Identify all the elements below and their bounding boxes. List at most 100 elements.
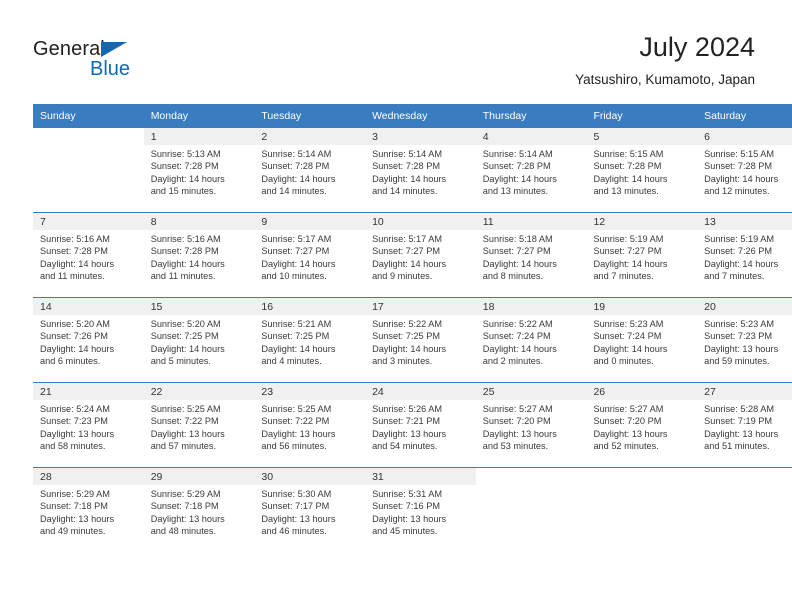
calendar-day-cell[interactable]: 20 Sunrise: 5:23 AM Sunset: 7:23 PM Dayl… — [697, 297, 792, 383]
day-details: Sunrise: 5:29 AM Sunset: 7:18 PM Dayligh… — [33, 485, 144, 538]
day-cell-inner: 13 Sunrise: 5:19 AM Sunset: 7:26 PM Dayl… — [697, 213, 792, 297]
day-cell-inner — [586, 468, 697, 552]
logo-triangle-icon — [101, 42, 127, 57]
calendar-day-cell[interactable]: 15 Sunrise: 5:20 AM Sunset: 7:25 PM Dayl… — [143, 297, 255, 383]
daylight-text-line1: Daylight: 13 hours — [261, 428, 336, 439]
calendar-day-cell[interactable]: 10 Sunrise: 5:17 AM Sunset: 7:27 PM Dayl… — [365, 212, 476, 298]
sunrise-text: Sunrise: 5:29 AM — [40, 489, 110, 499]
daylight-text-line2: and 14 minutes. — [372, 186, 438, 197]
day-details: Sunrise: 5:13 AM Sunset: 7:28 PM Dayligh… — [144, 145, 255, 198]
calendar-day-cell[interactable]: 4 Sunrise: 5:14 AM Sunset: 7:28 PM Dayli… — [475, 127, 587, 213]
daylight-text-line2: and 13 minutes. — [482, 186, 549, 197]
daylight-text-line2: and 14 minutes. — [261, 186, 327, 197]
calendar-day-cell[interactable]: 17 Sunrise: 5:22 AM Sunset: 7:25 PM Dayl… — [365, 297, 476, 383]
sunrise-text: Sunrise: 5:21 AM — [261, 319, 332, 329]
calendar-day-cell[interactable]: 3 Sunrise: 5:14 AM Sunset: 7:28 PM Dayli… — [365, 127, 476, 213]
calendar-day-cell[interactable]: 26 Sunrise: 5:27 AM Sunset: 7:20 PM Dayl… — [586, 382, 698, 468]
sunrise-text: Sunrise: 5:28 AM — [704, 404, 775, 414]
day-details: Sunrise: 5:21 AM Sunset: 7:25 PM Dayligh… — [254, 315, 365, 368]
calendar-day-cell[interactable]: 5 Sunrise: 5:15 AM Sunset: 7:28 PM Dayli… — [586, 127, 698, 213]
day-cell-inner: 3 Sunrise: 5:14 AM Sunset: 7:28 PM Dayli… — [365, 128, 476, 212]
calendar-day-cell[interactable]: 8 Sunrise: 5:16 AM Sunset: 7:28 PM Dayli… — [143, 212, 255, 298]
calendar-day-cell[interactable]: 18 Sunrise: 5:22 AM Sunset: 7:24 PM Dayl… — [475, 297, 587, 383]
calendar-day-cell[interactable]: 29 Sunrise: 5:29 AM Sunset: 7:18 PM Dayl… — [143, 467, 255, 552]
calendar-day-cell[interactable]: 16 Sunrise: 5:21 AM Sunset: 7:25 PM Dayl… — [254, 297, 366, 383]
calendar-day-cell[interactable]: 24 Sunrise: 5:26 AM Sunset: 7:21 PM Dayl… — [365, 382, 476, 468]
daylight-text-line2: and 57 minutes. — [150, 441, 217, 452]
day-details: Sunrise: 5:27 AM Sunset: 7:20 PM Dayligh… — [476, 400, 587, 453]
calendar-day-cell[interactable]: 25 Sunrise: 5:27 AM Sunset: 7:20 PM Dayl… — [475, 382, 587, 468]
calendar-day-cell[interactable]: 1 Sunrise: 5:13 AM Sunset: 7:28 PM Dayli… — [143, 127, 255, 213]
calendar-day-cell[interactable] — [33, 127, 144, 213]
day-number: 16 — [254, 298, 366, 315]
sunrise-text: Sunrise: 5:19 AM — [593, 234, 664, 244]
sunset-text: Sunset: 7:25 PM — [150, 331, 219, 342]
calendar-day-cell[interactable]: 19 Sunrise: 5:23 AM Sunset: 7:24 PM Dayl… — [586, 297, 698, 383]
day-cell-inner — [33, 128, 144, 212]
daylight-text-line1: Daylight: 13 hours — [150, 513, 225, 524]
day-details: Sunrise: 5:15 AM Sunset: 7:28 PM Dayligh… — [697, 145, 792, 198]
day-details: Sunrise: 5:14 AM Sunset: 7:28 PM Dayligh… — [365, 145, 476, 198]
sunrise-text: Sunrise: 5:16 AM — [40, 234, 110, 244]
daylight-text-line2: and 6 minutes. — [40, 356, 101, 367]
daylight-text-line1: Daylight: 14 hours — [593, 173, 668, 184]
calendar-day-cell[interactable]: 21 Sunrise: 5:24 AM Sunset: 7:23 PM Dayl… — [33, 382, 144, 468]
calendar-day-cell[interactable]: 13 Sunrise: 5:19 AM Sunset: 7:26 PM Dayl… — [697, 212, 792, 298]
calendar-header-row: Sunday Monday Tuesday Wednesday Thursday… — [33, 104, 792, 128]
daylight-text-line2: and 9 minutes. — [372, 271, 433, 282]
calendar-day-cell[interactable]: 12 Sunrise: 5:19 AM Sunset: 7:27 PM Dayl… — [586, 212, 698, 298]
day-number: 23 — [254, 383, 366, 400]
day-number — [697, 468, 792, 485]
daylight-text-line1: Daylight: 14 hours — [482, 343, 557, 354]
daylight-text-line1: Daylight: 14 hours — [261, 173, 336, 184]
calendar-day-cell[interactable]: 23 Sunrise: 5:25 AM Sunset: 7:22 PM Dayl… — [254, 382, 366, 468]
day-cell-inner: 7 Sunrise: 5:16 AM Sunset: 7:28 PM Dayli… — [33, 213, 144, 297]
day-cell-inner: 18 Sunrise: 5:22 AM Sunset: 7:24 PM Dayl… — [475, 298, 587, 382]
daylight-text-line2: and 52 minutes. — [593, 441, 659, 452]
calendar-page: General Blue July 2024 Yatsushiro, Kumam… — [0, 0, 792, 612]
daylight-text-line2: and 5 minutes. — [150, 356, 211, 367]
daylight-text-line1: Daylight: 13 hours — [261, 513, 336, 524]
day-number: 28 — [33, 468, 144, 485]
day-cell-inner: 20 Sunrise: 5:23 AM Sunset: 7:23 PM Dayl… — [697, 298, 792, 382]
calendar-day-cell[interactable]: 7 Sunrise: 5:16 AM Sunset: 7:28 PM Dayli… — [33, 212, 144, 298]
daylight-text-line1: Daylight: 13 hours — [704, 428, 779, 439]
daylight-text-line2: and 4 minutes. — [261, 356, 322, 367]
calendar-day-cell[interactable]: 28 Sunrise: 5:29 AM Sunset: 7:18 PM Dayl… — [33, 467, 144, 552]
calendar-day-cell[interactable]: 14 Sunrise: 5:20 AM Sunset: 7:26 PM Dayl… — [33, 297, 144, 383]
day-cell-inner: 11 Sunrise: 5:18 AM Sunset: 7:27 PM Dayl… — [475, 213, 587, 297]
calendar-day-cell[interactable]: 11 Sunrise: 5:18 AM Sunset: 7:27 PM Dayl… — [475, 212, 587, 298]
daylight-text-line1: Daylight: 14 hours — [261, 343, 336, 354]
daylight-text-line1: Daylight: 14 hours — [261, 258, 336, 269]
day-number: 1 — [143, 128, 255, 145]
calendar-week-row: 28 Sunrise: 5:29 AM Sunset: 7:18 PM Dayl… — [33, 467, 792, 552]
daylight-text-line2: and 15 minutes. — [150, 186, 217, 197]
calendar-day-cell[interactable] — [586, 467, 698, 552]
daylight-text-line1: Daylight: 14 hours — [593, 343, 668, 354]
sunset-text: Sunset: 7:24 PM — [482, 331, 551, 342]
day-cell-inner: 25 Sunrise: 5:27 AM Sunset: 7:20 PM Dayl… — [475, 383, 587, 467]
daylight-text-line1: Daylight: 14 hours — [372, 173, 447, 184]
calendar-day-cell[interactable]: 30 Sunrise: 5:30 AM Sunset: 7:17 PM Dayl… — [254, 467, 366, 552]
calendar-day-cell[interactable]: 31 Sunrise: 5:31 AM Sunset: 7:16 PM Dayl… — [365, 467, 476, 552]
sunset-text: Sunset: 7:25 PM — [261, 331, 330, 342]
sunset-text: Sunset: 7:25 PM — [372, 331, 440, 342]
calendar-day-cell[interactable]: 9 Sunrise: 5:17 AM Sunset: 7:27 PM Dayli… — [254, 212, 366, 298]
day-details: Sunrise: 5:15 AM Sunset: 7:28 PM Dayligh… — [586, 145, 697, 198]
general-blue-logo[interactable]: General Blue — [33, 38, 163, 80]
calendar-day-cell[interactable] — [697, 467, 792, 552]
calendar-day-cell[interactable]: 22 Sunrise: 5:25 AM Sunset: 7:22 PM Dayl… — [143, 382, 255, 468]
day-cell-inner: 4 Sunrise: 5:14 AM Sunset: 7:28 PM Dayli… — [475, 128, 587, 212]
calendar-day-cell[interactable]: 6 Sunrise: 5:15 AM Sunset: 7:28 PM Dayli… — [697, 127, 792, 213]
day-cell-inner: 10 Sunrise: 5:17 AM Sunset: 7:27 PM Dayl… — [365, 213, 476, 297]
calendar-day-cell[interactable]: 27 Sunrise: 5:28 AM Sunset: 7:19 PM Dayl… — [697, 382, 792, 468]
day-details: Sunrise: 5:19 AM Sunset: 7:27 PM Dayligh… — [586, 230, 697, 283]
day-details — [476, 485, 587, 488]
sunrise-text: Sunrise: 5:20 AM — [40, 319, 110, 329]
calendar-day-cell[interactable]: 2 Sunrise: 5:14 AM Sunset: 7:28 PM Dayli… — [254, 127, 366, 213]
calendar-day-cell[interactable] — [475, 467, 587, 552]
sunrise-text: Sunrise: 5:22 AM — [482, 319, 553, 329]
daylight-text-line2: and 12 minutes. — [704, 186, 770, 197]
day-number: 27 — [697, 383, 792, 400]
sunset-text: Sunset: 7:24 PM — [593, 331, 662, 342]
